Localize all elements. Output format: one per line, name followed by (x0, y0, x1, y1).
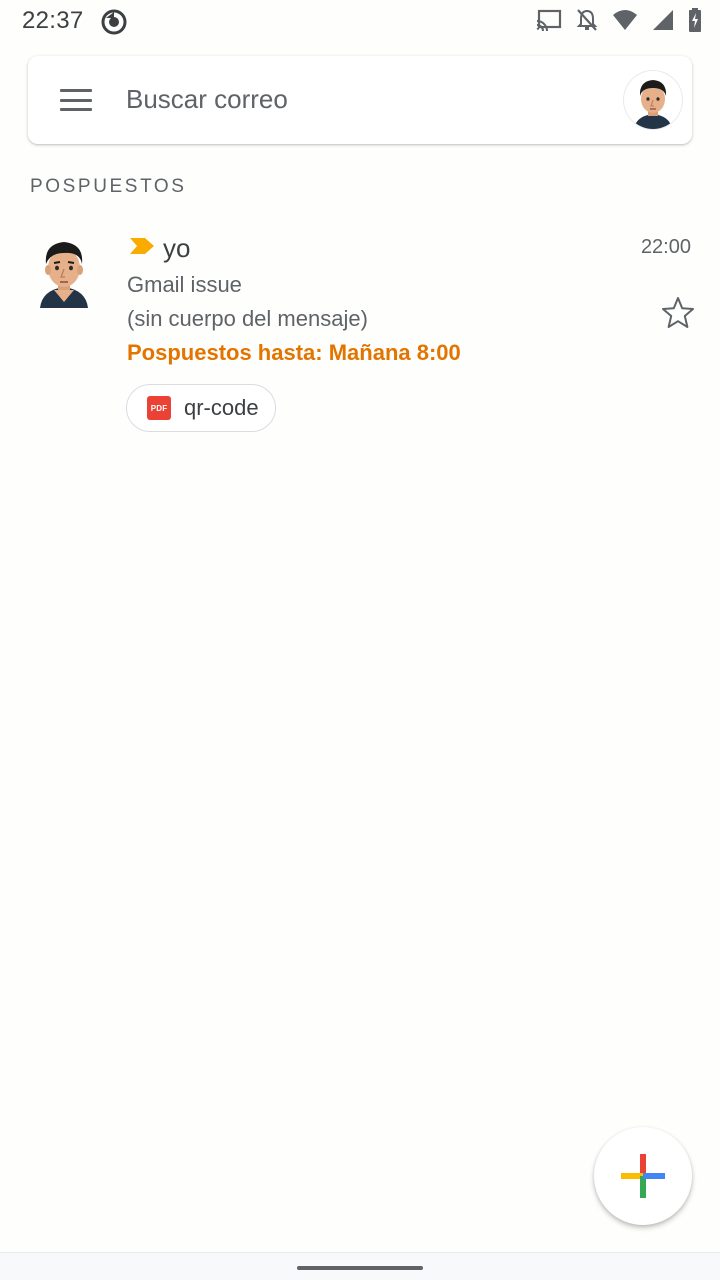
gmail-screen: 22:37 Buscar correo POSPUESTOS yo 22:00 … (0, 0, 720, 1280)
system-nav-bar (0, 1252, 720, 1280)
account-avatar[interactable] (624, 71, 682, 129)
signal-icon (653, 10, 673, 30)
email-time: 22:00 (640, 236, 691, 258)
hamburger-menu-icon[interactable] (60, 89, 92, 111)
status-time: 22:37 (22, 7, 84, 34)
battery-charging-icon (689, 8, 701, 32)
search-input[interactable]: Buscar correo (126, 84, 288, 115)
section-title: POSPUESTOS (30, 176, 187, 197)
sync-icon (101, 9, 127, 35)
email-list-item[interactable]: yo 22:00 Gmail issue (sin cuerpo del men… (0, 220, 720, 450)
email-subject: Gmail issue (127, 272, 242, 297)
wifi-icon (613, 10, 637, 30)
attachment-chip[interactable]: PDF qr-code (126, 384, 276, 432)
notifications-off-icon (576, 9, 598, 31)
home-handle[interactable] (297, 1266, 423, 1270)
pdf-icon: PDF (147, 396, 171, 420)
compose-plus-icon (621, 1154, 665, 1198)
cast-icon (536, 9, 562, 31)
email-snippet: (sin cuerpo del mensaje) (127, 306, 368, 331)
search-bar[interactable]: Buscar correo (28, 56, 692, 144)
sender-name: yo (163, 233, 191, 263)
status-icons (536, 8, 702, 32)
compose-button[interactable] (594, 1127, 692, 1225)
attachment-name: qr-code (184, 395, 259, 420)
sender-avatar[interactable] (32, 232, 96, 308)
snooze-info: Pospuestos hasta: Mañana 8:00 (127, 340, 461, 365)
star-icon[interactable] (660, 295, 696, 331)
status-bar: 22:37 (0, 0, 720, 44)
importance-marker-icon (130, 238, 154, 254)
